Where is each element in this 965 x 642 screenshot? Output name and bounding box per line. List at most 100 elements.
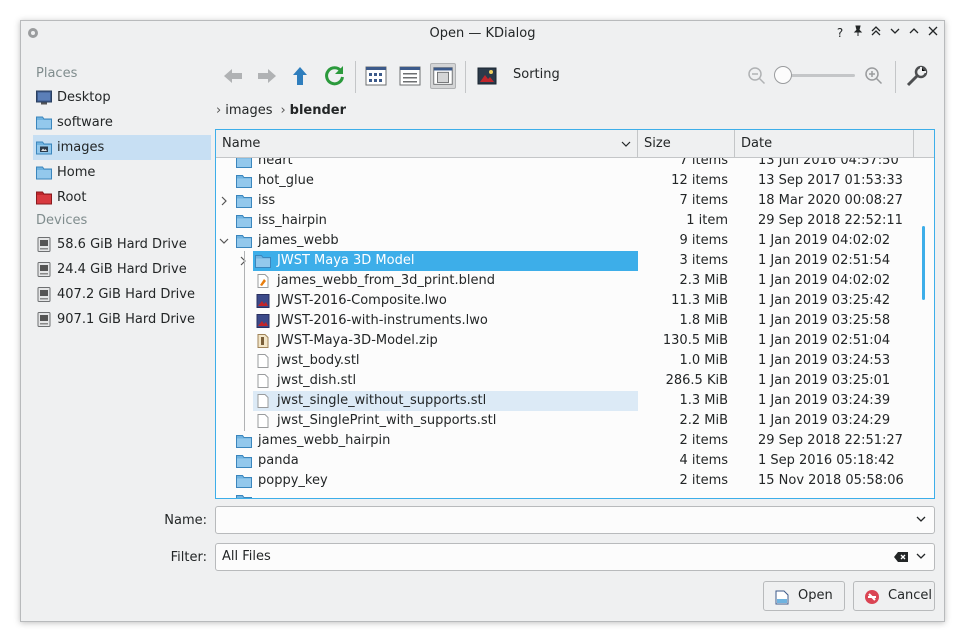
file-rows: heart 7 items 13 Jun 2016 04:57:50 hot_glue… [216, 151, 916, 498]
file-name: iss [258, 193, 276, 208]
column-size-header[interactable]: Size [638, 130, 735, 158]
file-row[interactable]: jwst_dish.stl 286.5 KiB 1 Jan 2019 03:25:0… [216, 371, 916, 391]
file-row[interactable]: james_webb_from_3d_print.blend 2.3 MiB 1 J… [216, 271, 916, 291]
file-date: 1 Jan 2019 03:24:53 [758, 353, 891, 368]
place-home[interactable]: Home [33, 160, 211, 185]
file-name: jwst_SinglePrint_with_supports.stl [277, 413, 497, 428]
help-button[interactable]: ? [832, 25, 848, 41]
folder-icon [236, 214, 252, 228]
name-combobox[interactable] [215, 506, 935, 534]
file-row[interactable]: JWST-2016-Composite.lwo 11.3 MiB 1 Jan 201… [216, 291, 916, 311]
device-item[interactable]: 58.6 GiB Hard Drive [33, 232, 211, 257]
options-wrench-icon[interactable] [905, 64, 929, 88]
file-row[interactable]: panda 4 items 1 Sep 2016 05:18:42 [216, 451, 916, 471]
place-label: Desktop [57, 90, 111, 105]
file-date: 1 Jan 2019 02:51:04 [758, 333, 891, 348]
file-row[interactable]: jwst_body.stl 1.0 MiB 1 Jan 2019 03:24:53 [216, 351, 916, 371]
tree-branch-line [244, 351, 245, 371]
file-row[interactable] [216, 491, 916, 498]
column-name-header[interactable]: Name [216, 130, 638, 158]
cancel-icon [865, 590, 879, 604]
file-name: iss_hairpin [258, 213, 327, 228]
icons-view-button[interactable] [363, 63, 389, 89]
document-icon [255, 394, 271, 408]
file-row[interactable]: james_webb_hairpin 2 items 29 Sep 2018 22:… [216, 431, 916, 451]
chevron-up-icon [909, 28, 919, 34]
vertical-scrollbar[interactable] [922, 226, 925, 300]
device-item[interactable]: 24.4 GiB Hard Drive [33, 257, 211, 282]
file-row[interactable]: iss 7 items 18 Mar 2020 00:08:27 [216, 191, 916, 211]
file-row[interactable]: iss_hairpin 1 item 29 Sep 2018 22:52:11 [216, 211, 916, 231]
close-icon [928, 26, 938, 36]
file-name: jwst_single_without_supports.stl [277, 393, 487, 408]
preview-button[interactable] [474, 63, 500, 89]
file-size: 286.5 KiB [665, 373, 728, 388]
file-name: JWST-2016-Composite.lwo [277, 293, 447, 308]
breadcrumb-item-images[interactable]: images [225, 103, 272, 118]
file-name: poppy_key [258, 473, 328, 488]
file-row[interactable]: JWST-2016-with-instruments.lwo 1.8 MiB 1 J… [216, 311, 916, 331]
place-images[interactable]: images [33, 135, 211, 160]
forward-button[interactable] [254, 63, 280, 89]
title-bar[interactable]: Open — KDialog ? [21, 21, 944, 47]
reload-button[interactable] [321, 63, 347, 89]
zoom-in-icon[interactable] [864, 66, 884, 86]
file-name: JWST-Maya-3D-Model.zip [277, 333, 438, 348]
keep-above-button[interactable] [868, 25, 884, 41]
file-size: 1.0 MiB [679, 353, 728, 368]
place-desktop[interactable]: Desktop [33, 85, 211, 110]
device-item[interactable]: 907.1 GiB Hard Drive [33, 307, 211, 332]
sorting-menu[interactable]: Sorting [513, 67, 560, 82]
file-row[interactable]: JWST-Maya-3D-Model.zip 130.5 MiB 1 Jan 201… [216, 331, 916, 351]
place-root[interactable]: Root [33, 185, 211, 210]
close-button[interactable] [925, 25, 941, 41]
places-panel: Places Desktop software images Home Root… [33, 63, 213, 332]
file-date: 1 Jan 2019 03:25:01 [758, 373, 891, 388]
file-size: 2.3 MiB [679, 273, 728, 288]
details-view-icon [399, 66, 421, 86]
file-size: 1 item [686, 213, 728, 228]
file-name: james_webb_hairpin [258, 433, 391, 448]
place-software[interactable]: software [33, 110, 211, 135]
breadcrumb-item-blender[interactable]: blender [290, 103, 346, 118]
device-label: 24.4 GiB Hard Drive [57, 262, 187, 277]
arrow-left-icon [224, 69, 242, 83]
file-row[interactable]: jwst_SinglePrint_with_supports.stl 2.2 Mi… [216, 411, 916, 431]
file-row[interactable]: poppy_key 2 items 15 Nov 2018 05:58:06 [216, 471, 916, 491]
maximize-button[interactable] [906, 25, 922, 41]
preview-image-icon [477, 67, 497, 85]
back-button[interactable] [220, 63, 246, 89]
name-label: Name: [164, 513, 207, 528]
zoom-out-icon[interactable] [747, 66, 767, 86]
column-date-header[interactable]: Date [735, 130, 914, 158]
details-view-button[interactable] [397, 63, 423, 89]
file-row[interactable]: hot_glue 12 items 13 Sep 2017 01:53:33 [216, 171, 916, 191]
tree-branch-line [244, 271, 245, 291]
clear-input-icon[interactable] [894, 551, 908, 563]
filter-combobox[interactable]: All Files [215, 543, 935, 571]
up-button[interactable] [287, 63, 313, 89]
file-row[interactable]: james_webb 9 items 1 Jan 2019 04:02:02 [216, 231, 916, 251]
chevron-down-icon[interactable] [916, 544, 926, 570]
cancel-button[interactable]: Cancel [853, 581, 935, 611]
place-label: images [57, 140, 105, 155]
window-title: Open — KDialog [429, 26, 536, 41]
file-row[interactable]: JWST Maya 3D Model 3 items 1 Jan 2019 02:5… [216, 251, 916, 271]
image-file-icon [255, 314, 271, 328]
file-row[interactable]: jwst_single_without_supports.stl 1.3 MiB 1… [216, 391, 916, 411]
file-size: 1.8 MiB [679, 313, 728, 328]
file-name: JWST Maya 3D Model [277, 253, 415, 268]
zoom-slider-handle[interactable] [774, 66, 792, 84]
file-tree-view[interactable]: heart 7 items 13 Jun 2016 04:57:50 hot_glue… [215, 129, 935, 499]
folder-icon [236, 494, 252, 498]
file-date: 1 Jan 2019 03:24:39 [758, 393, 891, 408]
minimize-button[interactable] [887, 25, 903, 41]
file-name: panda [258, 453, 299, 468]
chevron-right-icon: › [280, 103, 286, 118]
tree-view-button[interactable] [430, 63, 456, 89]
chevron-down-icon[interactable] [916, 507, 926, 533]
hard-drive-icon [37, 287, 51, 302]
device-item[interactable]: 407.2 GiB Hard Drive [33, 282, 211, 307]
open-button[interactable]: Open [763, 581, 845, 611]
pin-button[interactable] [850, 25, 866, 41]
